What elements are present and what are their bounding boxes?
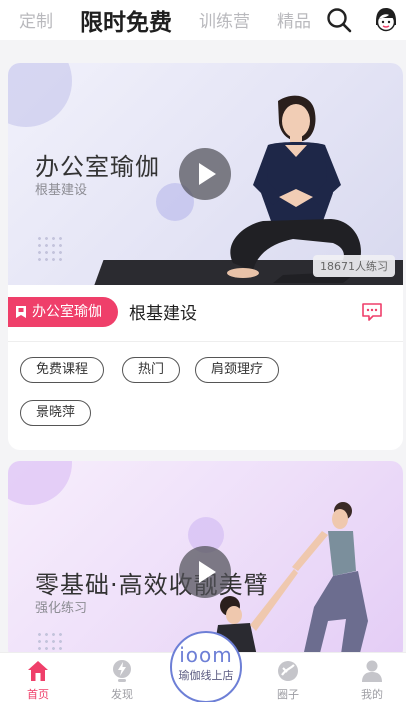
dot-pattern [36, 235, 64, 263]
category-tag[interactable]: 办公室瑜伽 [8, 297, 118, 327]
course-title[interactable]: 根基建设 [129, 299, 197, 324]
tab-premium[interactable]: 精品 [277, 7, 311, 32]
category-tag-label: 办公室瑜伽 [32, 304, 102, 320]
play-button[interactable] [179, 546, 231, 598]
tag-pill[interactable]: 热门 [122, 357, 181, 383]
profile-icon [362, 660, 382, 682]
home-icon [28, 661, 48, 681]
nav-discover[interactable]: 发现 [92, 653, 152, 702]
nav-home-label: 首页 [27, 688, 49, 701]
circle-icon [278, 661, 298, 681]
decorative-circle [8, 63, 72, 127]
comment-icon[interactable] [361, 302, 383, 322]
tag-pill[interactable]: 肩颈理疗 [195, 357, 280, 383]
cover-subtitle: 根基建设 [35, 183, 88, 198]
top-tab-bar: 定制 限时免费 训练营 精品 [0, 0, 406, 40]
nav-discover-label: 发现 [111, 688, 133, 701]
cover-title: 零基础·高效收靓美臂 [35, 571, 269, 599]
tag-pill[interactable]: 免费课程 [20, 357, 105, 383]
course-cover[interactable]: 办公室瑜伽 根基建设 18671人练习 [8, 63, 403, 285]
tab-training-camp[interactable]: 训练营 [199, 7, 250, 32]
tab-limited-free[interactable]: 限时免费 [80, 3, 172, 37]
discover-icon [113, 660, 131, 682]
app-screen: 定制 限时免费 训练营 精品 办公室瑜伽 根基建设 18671人练习 办公室瑜伽… [0, 0, 406, 702]
tab-custom[interactable]: 定制 [19, 7, 53, 32]
tag-pill[interactable]: 景晓萍 [20, 400, 92, 426]
course-card[interactable]: 办公室瑜伽 根基建设 18671人练习 办公室瑜伽 根基建设 免费课程 热门 肩… [8, 63, 403, 450]
cover-title: 办公室瑜伽 [35, 153, 160, 181]
practice-count-badge: 18671人练习 [313, 255, 395, 277]
online-store-button[interactable]: ioom 瑜伽线上店 [170, 631, 242, 702]
bookmark-icon [16, 306, 26, 318]
nav-profile[interactable]: 我的 [342, 653, 402, 702]
nav-circle-label: 圈子 [277, 688, 299, 701]
search-icon[interactable] [325, 6, 353, 34]
customer-service-icon[interactable] [372, 6, 400, 34]
nav-profile-label: 我的 [361, 688, 383, 701]
nav-circle[interactable]: 圈子 [258, 653, 318, 702]
cover-subtitle: 强化练习 [35, 601, 88, 616]
nav-home[interactable]: 首页 [8, 653, 68, 702]
play-button[interactable] [179, 148, 231, 200]
store-label: 瑜伽线上店 [178, 669, 234, 682]
decorative-circle [8, 461, 72, 505]
store-logo: ioom [179, 643, 233, 667]
divider [8, 341, 403, 342]
